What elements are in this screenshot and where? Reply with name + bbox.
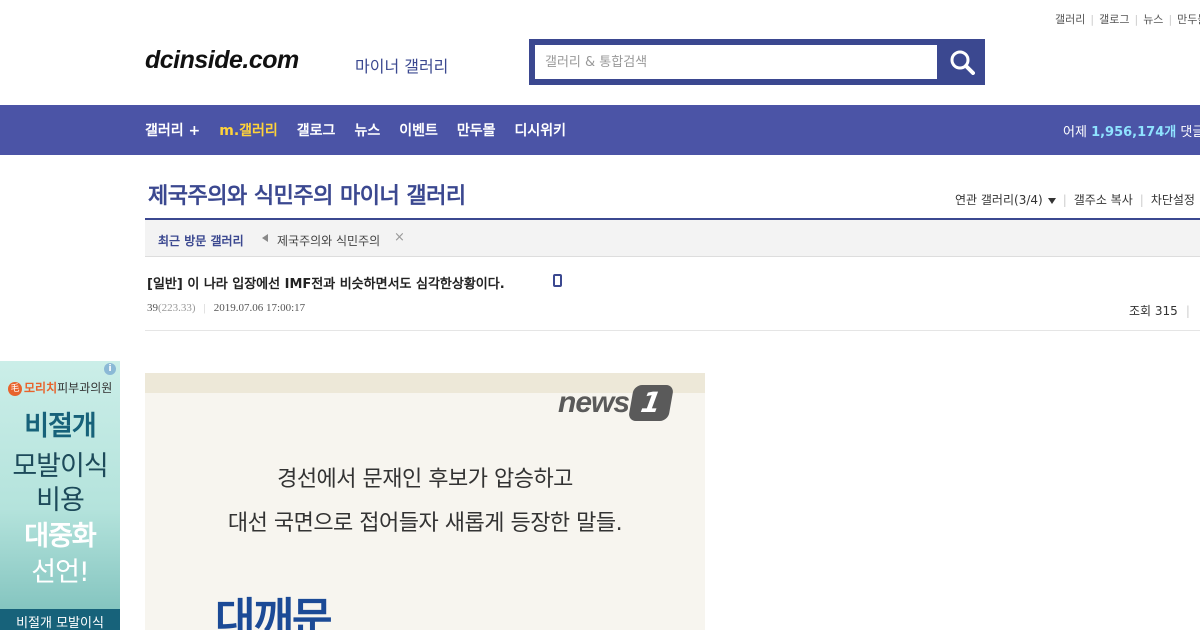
dropdown-arrow-icon: [1047, 197, 1056, 204]
image-text-line-1: 경선에서 문재인 후보가 압승하고: [277, 467, 573, 492]
action-divider: |: [1062, 193, 1067, 207]
top-utility-links: 갤러리 | 갤로그 | 뉴스 | 만두몰: [1055, 11, 1200, 27]
post-title: [일반] 이 나라 입장에선 IMF전과 비슷하면서도 심각한상황이다.: [147, 277, 505, 292]
news1-logo: news 1: [558, 385, 675, 425]
ad-info-icon[interactable]: i: [104, 363, 116, 375]
nav-item-news[interactable]: 뉴스: [354, 120, 380, 140]
top-link-gallog[interactable]: 갤로그: [1099, 13, 1129, 26]
recent-visits-bar: 최근 방문 갤러리 제국주의와 식민주의 ×: [145, 220, 1200, 257]
related-gallery-label: 연관 갤러리(3/4): [955, 193, 1043, 207]
prev-arrow-icon[interactable]: [262, 234, 268, 242]
ad-brand: 毛 모리치피부과의원: [8, 379, 112, 396]
nav-item-mandumall[interactable]: 만두몰: [457, 120, 496, 140]
ad-headline-1: 비절개: [24, 411, 97, 442]
copy-address-button[interactable]: 갤주소 복사: [1074, 193, 1133, 207]
nav-item-event[interactable]: 이벤트: [399, 120, 438, 140]
meta-divider: |: [1185, 304, 1190, 318]
visit-stats: 어제 1,956,174개 댓글: [1063, 121, 1200, 140]
top-link-mandumall[interactable]: 만두몰: [1177, 13, 1200, 26]
related-gallery-button[interactable]: 연관 갤러리(3/4): [955, 193, 1056, 207]
news1-logo-badge: 1: [627, 385, 675, 421]
nav-item-gallery[interactable]: 갤러리 +: [145, 120, 200, 140]
side-ad-banner[interactable]: i 毛 모리치피부과의원 비절개 모발이식 비용 대중화 선언! 비절개 모발이식: [0, 361, 120, 630]
ad-brand-rest: 피부과의원: [57, 381, 113, 395]
visit-suffix: 댓글: [1180, 125, 1200, 140]
ad-bottom-band: 비절개 모발이식: [0, 609, 120, 630]
block-settings-button[interactable]: 차단설정: [1151, 193, 1195, 207]
visit-count: 1,956,174개: [1091, 125, 1177, 140]
article-image: news 1 경선에서 문재인 후보가 압승하고 대선 국면으로 접어들자 새롭게…: [145, 373, 705, 630]
gallery-title[interactable]: 제국주의와 식민주의 마이너 갤러리: [148, 178, 466, 210]
minor-gallery-link[interactable]: 마이너 갤러리: [355, 53, 448, 77]
post-views: 조회 315 |: [1129, 302, 1190, 319]
ad-headline-4: 대중화: [24, 521, 97, 552]
ad-brand-highlight: 모리치: [24, 381, 58, 395]
top-link-divider: |: [1134, 13, 1139, 26]
post-author[interactable]: 39: [147, 302, 158, 314]
ad-headline-3: 비용: [36, 485, 85, 516]
ad-headline-5: 선언!: [31, 557, 90, 588]
image-text-line-2: 대선 국면으로 접어들자 새롭게 등장한 말들.: [227, 511, 623, 536]
post-views-label: 조회 315: [1129, 304, 1178, 318]
main-nav-menu: 갤러리 + m.갤러리 갤로그 뉴스 이벤트 만두몰 디시위키: [145, 105, 585, 155]
recent-visits-label: 최근 방문 갤러리: [158, 234, 244, 248]
post-date: 2019.07.06 17:00:17: [213, 302, 306, 314]
main-nav-bar: 갤러리 + m.갤러리 갤로그 뉴스 이벤트 만두몰 디시위키 어제 1,956…: [0, 105, 1200, 155]
news1-logo-word: news: [558, 386, 630, 419]
post-header-divider: [145, 330, 1200, 331]
nav-item-minor-gallery[interactable]: m.갤러리: [219, 120, 278, 140]
top-link-divider: |: [1090, 13, 1095, 26]
top-link-gallery[interactable]: 갤러리: [1055, 13, 1085, 26]
action-divider: |: [1139, 193, 1144, 207]
search-box: [529, 39, 985, 85]
ad-brand-logo-icon: 毛: [8, 381, 22, 396]
gallery-actions: 연관 갤러리(3/4) | 갤주소 복사 | 차단설정: [955, 191, 1195, 208]
recent-visit-item[interactable]: 제국주의와 식민주의: [277, 232, 380, 249]
post-author-ip: (223.33): [158, 302, 196, 314]
search-input[interactable]: [535, 45, 937, 79]
visit-prefix: 어제: [1063, 125, 1087, 140]
close-icon[interactable]: ×: [394, 230, 405, 245]
site-logo[interactable]: dcinside.com: [145, 46, 299, 75]
ad-headline-2: 모발이식: [12, 451, 108, 482]
search-icon: [950, 50, 975, 75]
top-link-news[interactable]: 뉴스: [1143, 13, 1163, 26]
top-link-divider: |: [1168, 13, 1173, 26]
image-big-text: 대깨문: [215, 594, 332, 630]
nav-item-gallog[interactable]: 갤로그: [297, 120, 336, 140]
meta-divider: |: [203, 302, 206, 314]
mobile-icon: [553, 274, 562, 287]
nav-item-dcwiki[interactable]: 디시위키: [514, 120, 566, 140]
search-button[interactable]: [939, 39, 985, 85]
post-meta: 39(223.33) | 2019.07.06 17:00:17: [147, 302, 305, 314]
